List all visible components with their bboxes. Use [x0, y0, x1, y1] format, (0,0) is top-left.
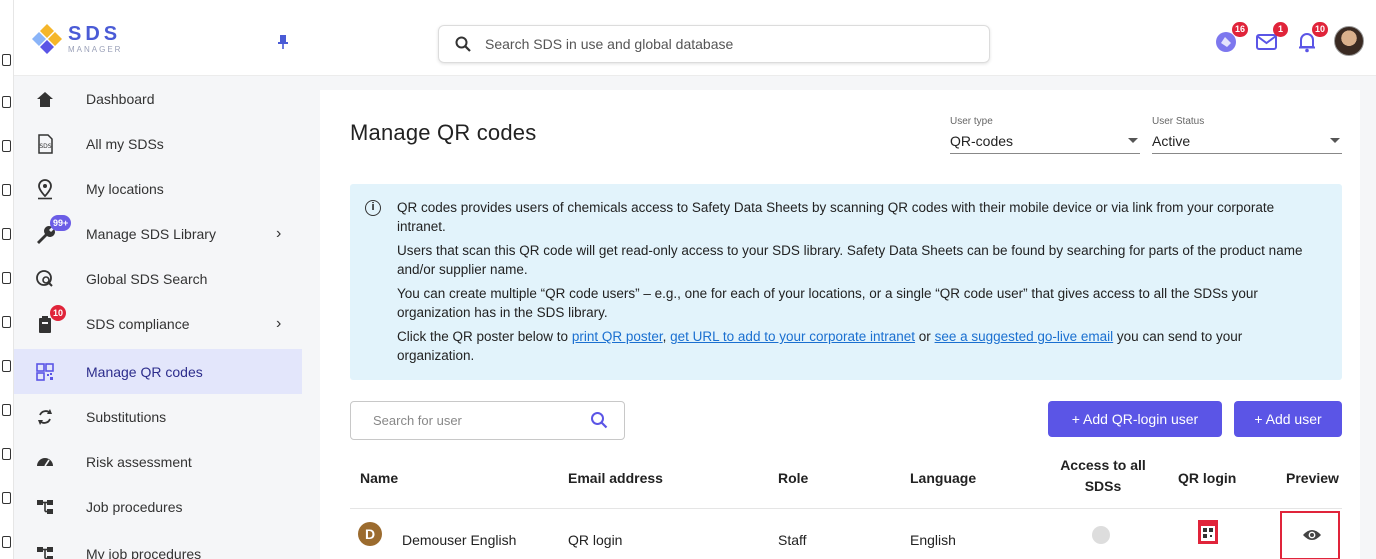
sidebar-item-substitutions[interactable]: Substitutions: [14, 394, 302, 439]
notification-badge: 10: [1311, 22, 1328, 37]
user-status-value: Active: [1152, 133, 1191, 149]
sidebar-item-dashboard[interactable]: Dashboard: [14, 76, 302, 121]
gauge-icon: [37, 457, 53, 466]
column-header-preview[interactable]: Preview: [1286, 470, 1339, 486]
info-text: QR codes provides users of chemicals acc…: [397, 200, 1275, 234]
page-title: Manage QR codes: [350, 120, 537, 145]
notification-badge: 16: [1231, 22, 1248, 37]
go-live-email-link[interactable]: see a suggested go-live email: [935, 329, 1114, 344]
chevron-right-icon: ›: [276, 224, 282, 242]
main-content: Manage QR codes User type QR-codes User …: [302, 76, 1376, 559]
column-header-name[interactable]: Name: [360, 470, 398, 486]
dropdown-arrow-icon: [1128, 138, 1138, 143]
nav-count-badge: 10: [50, 305, 67, 321]
qr-code-icon: [36, 362, 54, 381]
global-search-input[interactable]: Search SDS in use and global database: [438, 25, 990, 63]
sidebar-item-manage-qr-codes[interactable]: Manage QR codes: [14, 349, 302, 394]
sds-document-icon: SDS: [38, 133, 53, 154]
table-header: Name Email address Role Language Access …: [350, 445, 1342, 509]
sidebar-item-label: Substitutions: [86, 408, 167, 425]
sidebar-item-label: Job procedures: [86, 498, 183, 515]
info-panel: i QR codes provides users of chemicals a…: [350, 184, 1342, 380]
column-header-role[interactable]: Role: [778, 470, 808, 486]
sidebar-item-my-job-procedures[interactable]: My job procedures: [14, 531, 302, 559]
search-icon[interactable]: [590, 411, 608, 429]
mail-icon[interactable]: 1: [1254, 22, 1288, 54]
sidebar-item-global-sds-search[interactable]: Global SDS Search: [14, 256, 302, 301]
location-pin-icon: [38, 178, 52, 199]
sidebar-item-label: Manage QR codes: [86, 363, 203, 380]
sidebar-item-label: Global SDS Search: [86, 270, 208, 287]
top-bar: SDS MANAGER Search SDS in use and global…: [14, 0, 1376, 76]
sidebar-item-label: My job procedures: [86, 545, 202, 559]
background-window-edge: [0, 0, 14, 559]
logo-subtext: MANAGER: [68, 45, 123, 54]
column-header-qr-login[interactable]: QR login: [1178, 470, 1236, 486]
user-type-label: User type: [950, 116, 993, 127]
search-icon: [455, 36, 471, 52]
dropdown-arrow-icon: [1330, 138, 1340, 143]
sidebar-item-manage-sds-library[interactable]: 99+ Manage SDS Library ›: [14, 211, 302, 256]
info-text: Click the QR poster below to print QR po…: [397, 329, 1243, 363]
sidebar-item-job-procedures[interactable]: Job procedures: [14, 484, 302, 529]
chevron-right-icon: ›: [276, 314, 282, 332]
user-avatar[interactable]: [1334, 26, 1364, 56]
qr-poster-icon[interactable]: [1198, 520, 1218, 544]
sidebar-item-label: SDS compliance: [86, 315, 190, 332]
user-status-label: User Status: [1152, 116, 1205, 127]
swap-icon: [38, 408, 52, 425]
eye-icon[interactable]: [1302, 528, 1322, 542]
sidebar-item-all-my-sdss[interactable]: SDS All my SDSs: [14, 121, 302, 166]
hierarchy-icon: [37, 546, 53, 559]
info-icon: i: [365, 200, 381, 216]
notification-badge: 1: [1273, 22, 1288, 37]
email-cell: QR login: [568, 532, 623, 548]
user-status-select[interactable]: User Status Active: [1152, 116, 1342, 154]
table-row[interactable]: D Demouser English QR login Staff Englis…: [350, 510, 1342, 559]
hierarchy-icon: [37, 499, 53, 514]
user-type-select[interactable]: User type QR-codes: [950, 116, 1140, 154]
logo-text: SDS: [68, 23, 122, 45]
globe-search-icon: [36, 269, 53, 287]
role-cell: Staff: [778, 532, 807, 548]
sidebar-item-label: Manage SDS Library: [86, 225, 216, 242]
home-icon: [37, 91, 53, 107]
user-search-placeholder: Search for user: [373, 413, 462, 428]
bell-icon[interactable]: 10: [1294, 22, 1328, 54]
get-url-link[interactable]: get URL to add to your corporate intrane…: [670, 329, 915, 344]
sidebar-item-label: Dashboard: [86, 90, 155, 107]
nav-count-badge: 99+: [50, 215, 72, 231]
pin-icon[interactable]: [276, 34, 290, 50]
add-qr-login-user-button[interactable]: + Add QR-login user: [1048, 401, 1222, 437]
user-avatar: D: [358, 522, 382, 546]
search-placeholder: Search SDS in use and global database: [485, 36, 734, 52]
sidebar: Dashboard SDS All my SDSs My locations 9…: [14, 76, 302, 559]
info-text: You can create multiple “QR code users” …: [397, 286, 1258, 320]
print-qr-poster-link[interactable]: print QR poster: [572, 329, 663, 344]
sidebar-item-label: All my SDSs: [86, 135, 164, 152]
user-search-input[interactable]: Search for user: [350, 401, 625, 440]
sds-request-icon[interactable]: 16: [1214, 22, 1248, 54]
content-card: Manage QR codes User type QR-codes User …: [320, 90, 1360, 559]
sidebar-item-sds-compliance[interactable]: 10 SDS compliance ›: [14, 301, 302, 346]
column-header-language[interactable]: Language: [910, 470, 976, 486]
svg-text:SDS: SDS: [39, 143, 51, 150]
sidebar-item-label: Risk assessment: [86, 453, 192, 470]
user-name-cell: Demouser English: [402, 532, 517, 548]
add-user-button[interactable]: + Add user: [1234, 401, 1342, 437]
column-header-access-all[interactable]: Access to all SDSs: [1048, 455, 1158, 497]
logo-diamond-icon: [32, 24, 62, 54]
access-all-toggle[interactable]: [1092, 526, 1110, 544]
sidebar-item-label: My locations: [86, 180, 164, 197]
info-text: Users that scan this QR code will get re…: [397, 243, 1303, 277]
sidebar-item-risk-assessment[interactable]: Risk assessment: [14, 439, 302, 484]
user-type-value: QR-codes: [950, 133, 1014, 149]
column-header-email[interactable]: Email address: [568, 470, 663, 486]
app-logo[interactable]: SDS MANAGER: [30, 22, 122, 56]
sidebar-item-my-locations[interactable]: My locations: [14, 166, 302, 211]
language-cell: English: [910, 532, 956, 548]
